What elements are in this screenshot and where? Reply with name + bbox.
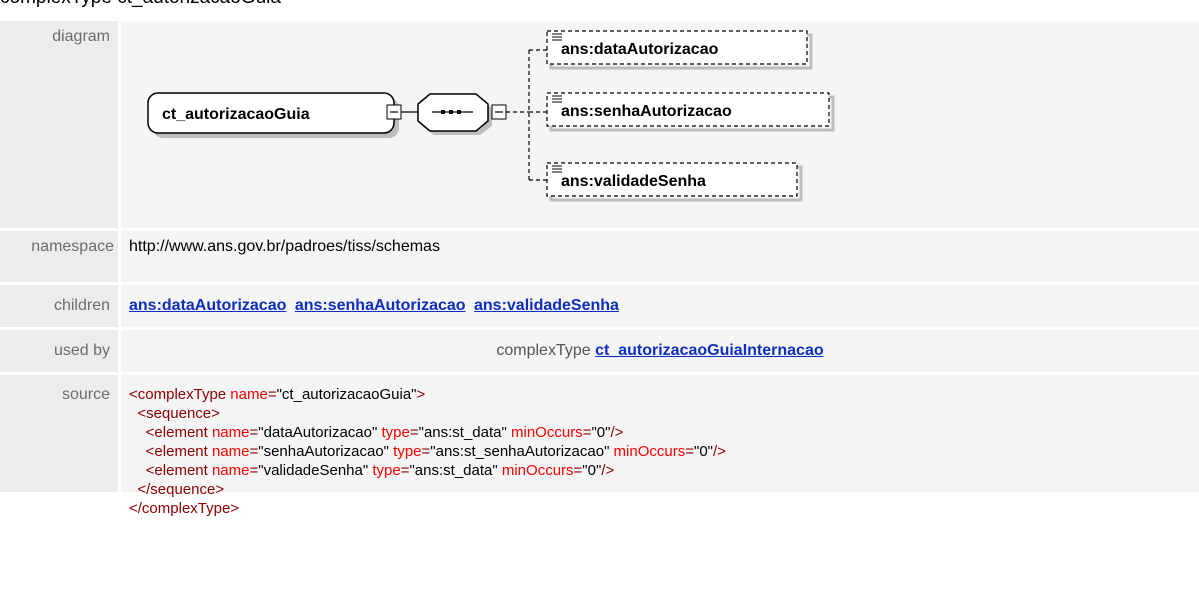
source-line: <element name="dataAutorizacao" type="an… xyxy=(129,424,624,441)
xml-attr: minOccurs xyxy=(497,462,574,479)
child-link-validadeSenha[interactable]: ans:validadeSenha xyxy=(474,297,619,314)
branch-connectors xyxy=(506,49,547,181)
xml-tag: <complexType xyxy=(129,386,227,403)
diagram-row: diagram ct_autorizacaoGuia ans:dataAutor… xyxy=(0,21,1199,228)
xml-value: "0" xyxy=(591,424,611,441)
xml-value: "ans:st_senhaAutorizacao" xyxy=(430,443,610,460)
xml-attr: name xyxy=(207,462,250,479)
xml-value: "0" xyxy=(694,443,713,460)
xml-tag: /> xyxy=(610,424,624,441)
root-type-node[interactable]: ct_autorizacaoGuia xyxy=(147,92,399,138)
namespace-value: http://www.ans.gov.br/padroes/tiss/schem… xyxy=(121,231,1199,282)
element-label: ans:senhaAutorizacao xyxy=(561,103,732,120)
source-code: <complexType name="ct_autorizacaoGuia"> … xyxy=(121,375,1199,517)
source-line: </complexType> xyxy=(129,500,240,517)
child-link-dataAutorizacao[interactable]: ans:dataAutorizacao xyxy=(129,297,286,314)
element-label: ans:validadeSenha xyxy=(561,173,706,190)
child-link-senhaAutorizacao[interactable]: ans:senhaAutorizacao xyxy=(295,297,466,314)
xml-value: "senhaAutorizacao" xyxy=(258,443,389,460)
diagram-label: diagram xyxy=(0,21,118,228)
usedby-kind: complexType xyxy=(496,342,591,359)
xml-value: "dataAutorizacao" xyxy=(258,424,378,441)
xml-tag: /> xyxy=(713,443,726,460)
children-label: children xyxy=(0,285,118,327)
usedby-row: used by complexType ct_autorizacaoGuiaIn… xyxy=(0,330,1199,372)
usedby-value: complexType ct_autorizacaoGuiaInternacao xyxy=(121,330,1199,372)
source-line: <sequence> xyxy=(129,405,220,422)
xml-tag: <element xyxy=(129,424,208,441)
element-node-dataAutorizacao[interactable]: ans:dataAutorizacao xyxy=(546,30,813,70)
source-line: <complexType name="ct_autorizacaoGuia"> xyxy=(129,385,1191,404)
xml-attr: type xyxy=(377,424,410,441)
xml-value: "0" xyxy=(582,462,602,479)
xml-attr: minOccurs xyxy=(506,424,583,441)
element-node-validadeSenha[interactable]: ans:validadeSenha xyxy=(546,162,803,202)
xml-tag: > xyxy=(416,386,426,403)
source-line: <element name="validadeSenha" type="ans:… xyxy=(129,462,615,479)
source-label: source xyxy=(0,375,118,492)
source-line: <element name="senhaAutorizacao" type="a… xyxy=(129,443,726,460)
sequence-collapse-toggle[interactable] xyxy=(491,104,507,120)
xml-attr: type xyxy=(368,462,401,479)
usedby-link[interactable]: ct_autorizacaoGuiaInternacao xyxy=(595,342,824,359)
xml-attr: type xyxy=(389,443,422,460)
children-list: ans:dataAutorizacao ans:senhaAutorizacao… xyxy=(121,285,1199,327)
page-heading: complexType ct_autorizacaoGuia xyxy=(0,0,281,9)
xml-attr: name xyxy=(226,386,268,403)
children-row: children ans:dataAutorizacao ans:senhaAu… xyxy=(0,285,1199,327)
xml-tag: <element xyxy=(129,443,208,460)
diagram-panel: ct_autorizacaoGuia ans:dataAutorizacao a… xyxy=(121,21,1199,228)
xml-eq: = xyxy=(267,386,277,403)
xml-tag: /> xyxy=(601,462,615,479)
namespace-row: namespace http://www.ans.gov.br/padroes/… xyxy=(0,231,1199,282)
root-type-label: ct_autorizacaoGuia xyxy=(162,106,310,123)
element-label: ans:dataAutorizacao xyxy=(561,41,719,58)
xml-value: "ct_autorizacaoGuia" xyxy=(276,386,417,403)
xml-value: "validadeSenha" xyxy=(258,462,369,479)
usedby-label: used by xyxy=(0,330,118,372)
xml-attr: name xyxy=(207,443,250,460)
doc-table: diagram ct_autorizacaoGuia ans:dataAutor… xyxy=(0,21,1199,517)
xml-value: "ans:st_data" xyxy=(418,424,507,441)
xml-attr: name xyxy=(207,424,250,441)
element-node-senhaAutorizacao[interactable]: ans:senhaAutorizacao xyxy=(546,92,835,132)
source-line: </sequence> xyxy=(129,481,225,498)
source-row: source <complexType name="ct_autorizacao… xyxy=(0,375,1199,517)
sequence-compositor[interactable] xyxy=(417,93,492,135)
xml-attr: minOccurs xyxy=(609,443,686,460)
xml-value: "ans:st_data" xyxy=(409,462,498,479)
namespace-label: namespace xyxy=(0,231,118,282)
schema-diagram: ct_autorizacaoGuia ans:dataAutorizacao a… xyxy=(147,30,835,202)
root-collapse-toggle[interactable] xyxy=(386,104,402,120)
xml-tag: <element xyxy=(129,462,208,479)
